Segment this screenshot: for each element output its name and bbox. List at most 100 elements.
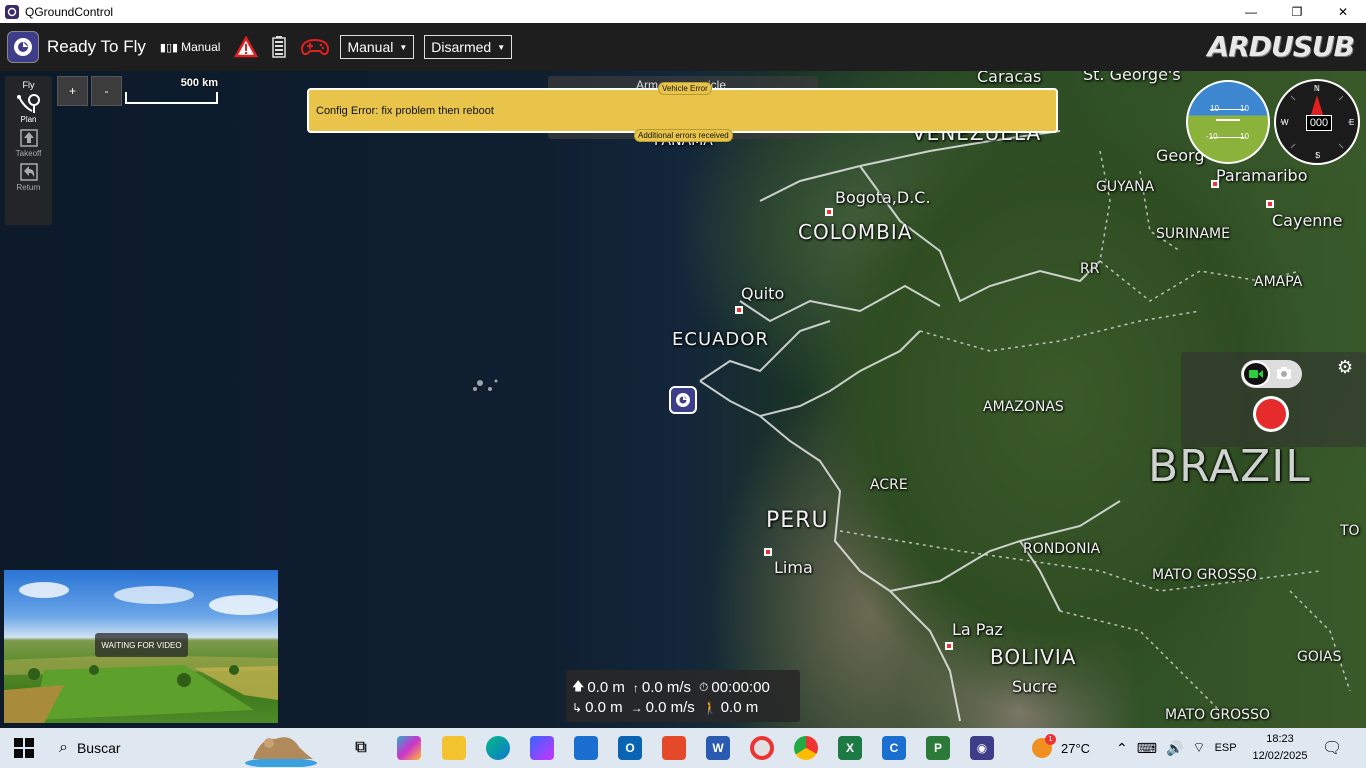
search-icon: ⌕ [59,739,68,756]
chrome-profile-icon[interactable] [750,736,774,760]
map-label-rr: RR [1080,261,1100,277]
task-view-icon[interactable]: ⧉ [349,736,373,760]
edge-icon[interactable] [486,736,510,760]
video-thumbnail[interactable]: WAITING FOR VIDEO [4,570,278,723]
weather-widget[interactable]: 1 27°C [1032,728,1090,768]
record-button[interactable] [1253,396,1289,432]
camera-mode-toggle[interactable] [1241,360,1302,388]
arrow-right-icon: → [630,700,643,715]
input-method-icon[interactable]: ⌨ [1137,740,1157,757]
qgroundcontrol-taskbar-icon[interactable]: ◉ [970,736,994,760]
climb-rate-value: ↑ 0.0 m/s [632,679,692,696]
window-titlebar: QGroundControl — ❐ ✕ [0,0,1366,23]
cortana-icon[interactable]: C [882,736,906,760]
takeoff-button[interactable]: Takeoff [5,127,52,158]
word-icon[interactable]: W [706,736,730,760]
map-label-acre: ACRE [870,477,908,493]
taskbar-clock[interactable]: 18:23 12/02/2025 [1249,731,1311,765]
zoom-in-button[interactable]: + [57,76,88,106]
battery-icon[interactable] [272,36,287,58]
pitch-label: 10 [1240,104,1249,113]
minimize-button[interactable]: — [1228,0,1274,23]
language-indicator[interactable]: ESP [1215,742,1237,754]
windows-start-button[interactable] [14,738,34,758]
adobe-icon[interactable] [662,736,686,760]
compass-west: W [1281,118,1289,127]
return-label: Return [16,183,41,192]
flight-mode-dropdown[interactable]: Manual ▼ [340,35,415,59]
taskbar-search[interactable]: ⌕ Buscar [54,728,334,768]
altitude-value: 🡅 0.0 m [572,679,625,696]
chevron-down-icon: ▼ [399,42,408,52]
map-label-ecuador: ECUADOR [672,329,769,350]
mode-indicator[interactable]: ▮▯▮ Manual [160,40,221,54]
telemetry-panel[interactable]: 🡅 0.0 m ↑ 0.0 m/s ⏱ 00:00:00 ↳ 0.0 m → 0.0 m/… [566,670,800,722]
arm-state-dropdown[interactable]: Disarmed ▼ [424,35,513,59]
config-error-message: Config Error: fix problem then reboot [316,105,494,117]
city-marker [825,208,833,216]
qgc-menu-button[interactable] [7,31,39,63]
fly-tools-title: Fly [22,80,35,90]
gamepad-icon[interactable] [300,38,330,56]
plan-button[interactable]: Plan [5,93,52,124]
maximize-button[interactable]: ❐ [1274,0,1320,23]
takeoff-icon [19,129,38,147]
map-label-peru: PERU [766,508,829,533]
distance-to-home-value: 🚶 0.0 m [702,699,759,716]
video-camera-icon[interactable] [1242,361,1270,387]
project-icon[interactable]: P [926,736,950,760]
map-label-bolivia: BOLIVIA [990,645,1077,669]
pitch-label: 10 [1210,104,1219,113]
excel-icon[interactable]: X [838,736,862,760]
map-label-quito: Quito [741,284,785,303]
stopwatch-icon: ⏱ [699,680,709,694]
outlook-icon[interactable]: O [618,736,642,760]
map-label-colombia: COLOMBIA [798,220,913,244]
map-label-suriname: SURINAME [1156,226,1230,242]
system-tray[interactable]: ⌃ ⌨ 🔊 ⌔ ESP [1116,728,1237,768]
map-scale-bar [125,92,218,104]
vehicle-status-label[interactable]: Ready To Fly [47,37,146,57]
chevron-up-icon[interactable]: ⌃ [1116,740,1128,757]
volume-icon[interactable]: 🔊 [1166,740,1183,757]
chrome-icon[interactable] [794,736,818,760]
map-label-amazonas: AMAZONAS [983,399,1064,415]
wifi-icon[interactable]: ⌔ [1192,739,1205,757]
warning-icon[interactable] [234,36,259,58]
close-button[interactable]: ✕ [1320,0,1366,23]
camera-settings-gear-icon[interactable]: ⚙ [1337,357,1353,378]
compass-north: N [1314,84,1320,93]
photo-camera-icon[interactable] [1276,366,1292,385]
camera-panel: ⚙ [1181,352,1366,447]
distance-value: ↳ 0.0 m [572,699,623,716]
map-label-guyana: GUYANA [1096,179,1155,195]
pitch-label: -10 [1206,132,1218,141]
clock-time: 18:23 [1266,733,1294,745]
window-title: QGroundControl [25,4,114,19]
map-label-amapa: AMAPA [1254,274,1303,290]
return-icon [19,163,38,181]
notification-icon[interactable]: 🗨 [1322,728,1342,768]
chevron-down-icon: ▼ [497,42,506,52]
vehicle-icon [676,393,690,407]
copilot-icon[interactable] [397,736,421,760]
attitude-indicator: 10 10 -10 10 [1186,80,1270,164]
store-icon[interactable] [574,736,598,760]
map-label-st-georges: St. George's [1083,71,1181,84]
return-button[interactable]: Return [5,161,52,192]
qgc-app-icon [5,4,19,19]
additional-errors-tag[interactable]: Additional errors received [634,129,733,142]
microsoft-365-icon[interactable] [530,736,554,760]
file-explorer-icon[interactable] [442,736,466,760]
map-label-goias: GOIAS [1297,649,1342,665]
video-status-label: WAITING FOR VIDEO [95,633,188,657]
map-scale: 500 km [125,77,218,105]
map-label-la-paz: La Paz [952,620,1003,639]
vehicle-marker[interactable] [669,386,697,414]
zoom-out-button[interactable]: - [91,76,122,106]
mode-indicator-label: Manual [181,40,221,54]
walker-icon: 🚶 [702,700,718,715]
map-label-sucre: Sucre [1012,677,1058,696]
fly-tools-panel: Fly Plan Takeoff Return [5,76,52,225]
takeoff-label: Takeoff [15,149,42,158]
